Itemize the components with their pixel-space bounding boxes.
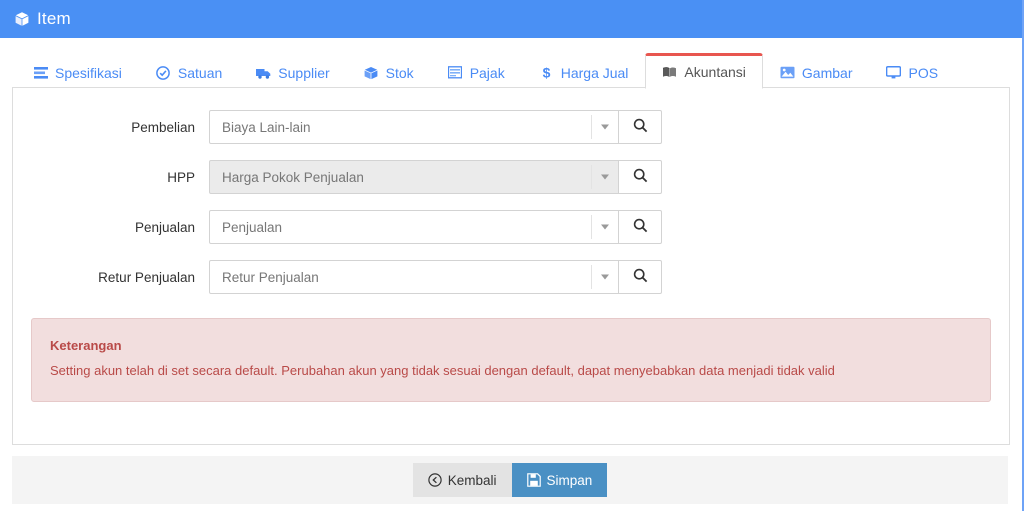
svg-text:$: $ (542, 65, 550, 80)
select-hpp[interactable]: Harga Pokok Penjualan (209, 160, 619, 194)
field-group-hpp: Harga Pokok Penjualan (209, 160, 662, 194)
tab-stok[interactable]: Stok (347, 55, 431, 89)
tab-label: Supplier (278, 65, 329, 81)
tab-label: Stok (386, 65, 414, 81)
tab-akuntansi[interactable]: Akuntansi (645, 53, 762, 89)
kembali-button[interactable]: Kembali (413, 463, 512, 497)
simpan-label: Simpan (547, 473, 593, 488)
akuntansi-panel: Pembelian Biaya Lain-lain (12, 87, 1010, 445)
chevron-down-icon (601, 175, 609, 180)
arrow-left-circle-icon (428, 473, 442, 487)
search-button-hpp[interactable] (619, 160, 662, 194)
field-group-pembelian: Biaya Lain-lain (209, 110, 662, 144)
select-value: Harga Pokok Penjualan (222, 170, 364, 185)
field-group-retur-penjualan: Retur Penjualan (209, 260, 662, 294)
search-button-penjualan[interactable] (619, 210, 662, 244)
label-pembelian: Pembelian (13, 120, 209, 135)
search-button-pembelian[interactable] (619, 110, 662, 144)
monitor-icon (886, 65, 901, 80)
dollar-icon: $ (539, 65, 554, 80)
select-divider (591, 165, 592, 189)
box-icon (364, 65, 379, 80)
tab-pajak[interactable]: Pajak (431, 55, 522, 89)
select-retur-penjualan[interactable]: Retur Penjualan (209, 260, 619, 294)
tab-label: Gambar (802, 65, 853, 81)
list-icon (33, 65, 48, 80)
tab-label: Satuan (178, 65, 222, 81)
chevron-down-icon (601, 275, 609, 280)
alert-title: Keterangan (50, 335, 972, 358)
search-button-retur-penjualan[interactable] (619, 260, 662, 294)
select-value: Retur Penjualan (222, 270, 319, 285)
tab-bar: Spesifikasi Satuan Supplier (0, 38, 1022, 88)
alert-message: Setting akun telah di set secara default… (50, 363, 835, 378)
search-icon (633, 268, 648, 286)
tab-pos[interactable]: POS (869, 55, 955, 89)
item-window: Item Spesifikasi Satuan (0, 0, 1024, 511)
footer-actions: Kembali Simpan (12, 456, 1008, 504)
tab-spesifikasi[interactable]: Spesifikasi (16, 55, 139, 89)
form-row-pembelian: Pembelian Biaya Lain-lain (13, 110, 1009, 144)
chevron-down-icon (601, 225, 609, 230)
label-hpp: HPP (13, 170, 209, 185)
image-icon (780, 65, 795, 80)
check-circle-icon (156, 65, 171, 80)
form-row-penjualan: Penjualan Penjualan (13, 210, 1009, 244)
truck-icon (256, 65, 271, 80)
box-icon (14, 11, 30, 27)
select-value: Penjualan (222, 220, 282, 235)
search-icon (633, 168, 648, 186)
page-title: Item (37, 9, 71, 29)
tab-label: Akuntansi (684, 64, 745, 80)
label-penjualan: Penjualan (13, 220, 209, 235)
form-row-retur-penjualan: Retur Penjualan Retur Penjualan (13, 260, 1009, 294)
tab-gambar[interactable]: Gambar (763, 55, 870, 89)
window-header: Item (0, 0, 1022, 38)
window-icon (448, 65, 463, 80)
simpan-button[interactable]: Simpan (512, 463, 608, 497)
field-group-penjualan: Penjualan (209, 210, 662, 244)
select-pembelian[interactable]: Biaya Lain-lain (209, 110, 619, 144)
tab-label: Pajak (470, 65, 505, 81)
tab-supplier[interactable]: Supplier (239, 55, 346, 89)
select-divider (591, 215, 592, 239)
tab-label: POS (908, 65, 938, 81)
tab-label: Harga Jual (561, 65, 629, 81)
search-icon (633, 218, 648, 236)
tab-harga-jual[interactable]: $ Harga Jual (522, 55, 646, 89)
keterangan-alert: Keterangan Setting akun telah di set sec… (31, 318, 991, 402)
select-divider (591, 115, 592, 139)
chevron-down-icon (601, 125, 609, 130)
kembali-label: Kembali (448, 473, 497, 488)
label-retur-penjualan: Retur Penjualan (13, 270, 209, 285)
tab-satuan[interactable]: Satuan (139, 55, 239, 89)
search-icon (633, 118, 648, 136)
form-row-hpp: HPP Harga Pokok Penjualan (13, 160, 1009, 194)
floppy-disk-icon (527, 473, 541, 487)
select-value: Biaya Lain-lain (222, 120, 311, 135)
tab-label: Spesifikasi (55, 65, 122, 81)
select-divider (591, 265, 592, 289)
book-icon (662, 65, 677, 80)
select-penjualan[interactable]: Penjualan (209, 210, 619, 244)
